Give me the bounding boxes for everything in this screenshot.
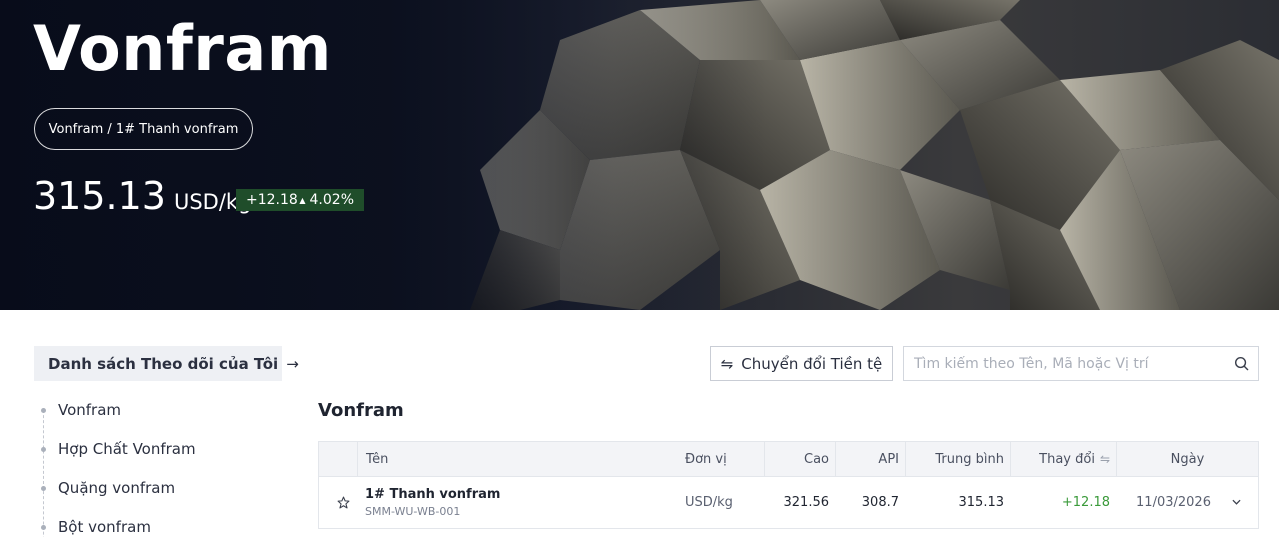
search-input[interactable]: [904, 347, 1224, 380]
change-percent: 4.02%: [309, 192, 354, 208]
price-display: 315.13 USD/kg: [33, 174, 251, 218]
bullet-icon: [41, 524, 46, 530]
bullet-icon: [41, 407, 46, 413]
row-change-cell: +12.18: [1061, 494, 1110, 510]
swap-icon: ⇋: [720, 354, 734, 373]
column-header-unit: Đơn vị: [685, 451, 727, 467]
category-item-vonfram[interactable]: Vonfram: [41, 398, 122, 422]
price-table: Tên Đơn vị Cao API Trung bình Thay đổi ⇋…: [318, 441, 1259, 529]
chevron-down-icon[interactable]: [1225, 477, 1247, 527]
row-high-cell: 321.56: [783, 494, 830, 510]
breadcrumb[interactable]: Vonfram / 1# Thanh vonfram: [34, 108, 253, 150]
hero-banner: Vonfram Vonfram / 1# Thanh vonfram 315.1…: [0, 0, 1279, 310]
section-title: Vonfram: [318, 400, 404, 421]
sort-icon[interactable]: ⇋: [1100, 452, 1110, 466]
star-icon[interactable]: [337, 477, 357, 527]
watchlist-label: Danh sách Theo dõi của Tôi: [48, 354, 279, 373]
row-unit-cell: USD/kg: [685, 494, 733, 510]
triangle-up-icon: ▲: [299, 196, 306, 205]
currency-convert-label: Chuyển đổi Tiền tệ: [741, 354, 883, 373]
product-code: SMM-WU-WB-001: [365, 504, 461, 518]
column-header-name: Tên: [357, 442, 674, 476]
change-value: +12.18: [246, 192, 298, 208]
product-name[interactable]: 1# Thanh vonfram: [365, 487, 500, 502]
column-header-change[interactable]: Thay đổi ⇋: [1010, 442, 1116, 476]
column-header-date: Ngày: [1116, 442, 1258, 476]
category-item-hop-chat-vonfram[interactable]: Hợp Chất Vonfram: [41, 437, 196, 461]
row-name-cell: 1# Thanh vonfram SMM-WU-WB-001: [365, 477, 675, 527]
currency-convert-button[interactable]: ⇋ Chuyển đổi Tiền tệ: [710, 346, 893, 381]
category-list: Vonfram Hợp Chất Vonfram Quặng vonfram B…: [41, 398, 282, 537]
column-header-avg: Trung bình: [905, 442, 1010, 476]
my-watchlist-button[interactable]: Danh sách Theo dõi của Tôi →: [34, 346, 299, 381]
search-box: [903, 346, 1259, 381]
table-row[interactable]: 1# Thanh vonfram SMM-WU-WB-001 USD/kg 32…: [318, 477, 1259, 529]
price-value: 315.13: [33, 174, 166, 218]
column-header-api: API: [835, 442, 905, 476]
change-badge: +12.18 ▲ 4.02%: [236, 189, 364, 211]
category-item-quang-vonfram[interactable]: Quặng vonfram: [41, 476, 176, 500]
row-date-cell: 11/03/2026: [1136, 494, 1211, 510]
table-header: Tên Đơn vị Cao API Trung bình Thay đổi ⇋…: [318, 441, 1259, 477]
category-item-bot-vonfram[interactable]: Bột vonfram: [41, 515, 151, 537]
category-item-label: Quặng vonfram: [58, 479, 176, 497]
change-percent-group: ▲ 4.02%: [299, 192, 354, 208]
search-icon[interactable]: [1224, 347, 1258, 380]
category-item-label: Hợp Chất Vonfram: [58, 440, 196, 458]
bullet-icon: [41, 485, 46, 491]
bullet-icon: [41, 446, 46, 452]
category-item-label: Bột vonfram: [58, 518, 151, 536]
column-header-high: Cao: [764, 442, 835, 476]
row-api-cell: 308.7: [861, 494, 899, 510]
arrow-right-icon: →: [286, 354, 299, 373]
row-avg-cell: 315.13: [958, 494, 1005, 510]
page-title: Vonfram: [33, 12, 332, 85]
category-item-label: Vonfram: [58, 401, 122, 419]
